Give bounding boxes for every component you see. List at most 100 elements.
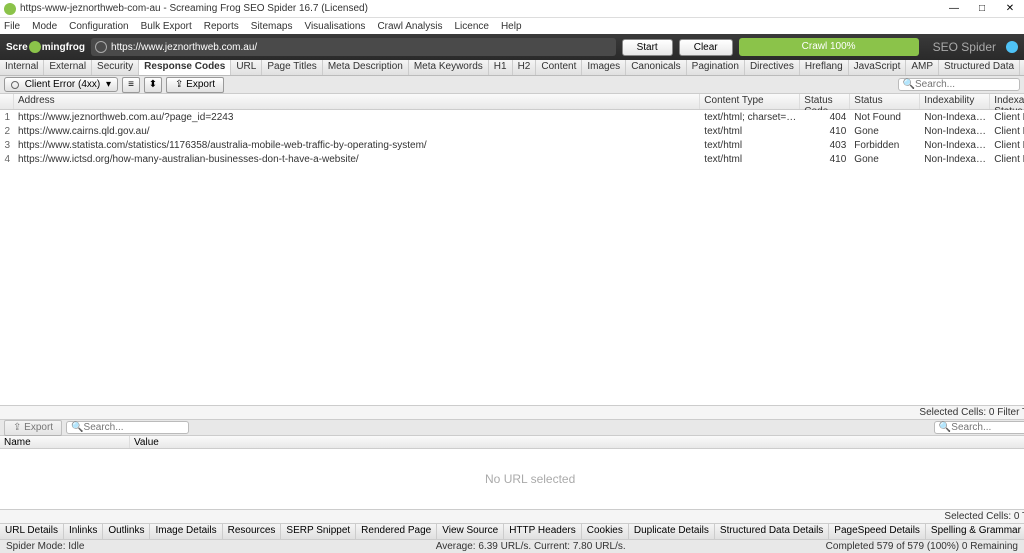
btab-outlinks[interactable]: Outlinks <box>103 524 150 539</box>
grid-body[interactable]: 1https://www.jeznorthweb.com.au/?page_id… <box>0 110 1024 405</box>
lower-search[interactable]: 🔍 <box>66 421 188 434</box>
cell: text/html <box>700 126 800 137</box>
top-search[interactable]: 🔍 <box>898 78 1020 91</box>
tab-security[interactable]: Security <box>92 60 139 75</box>
btab-structured-data-details[interactable]: Structured Data Details <box>715 524 829 539</box>
tab-external[interactable]: External <box>44 60 92 75</box>
menu-sitemaps[interactable]: Sitemaps <box>251 21 293 32</box>
col-status[interactable]: Status <box>850 94 920 109</box>
tab-canonicals[interactable]: Canonicals <box>626 60 686 75</box>
menu-licence[interactable]: Licence <box>454 21 488 32</box>
menu-file[interactable]: File <box>4 21 20 32</box>
lower-search-right[interactable]: 🔍 <box>934 421 1024 434</box>
cell: text/html; charset=UTF-8 <box>700 112 800 123</box>
btab-cookies[interactable]: Cookies <box>582 524 629 539</box>
search-input[interactable] <box>915 79 1015 90</box>
menu-mode[interactable]: Mode <box>32 21 57 32</box>
tab-url[interactable]: URL <box>231 60 262 75</box>
tab-hreflang[interactable]: Hreflang <box>800 60 849 75</box>
tab-structured-data[interactable]: Structured Data <box>939 60 1020 75</box>
table-row[interactable]: 1https://www.jeznorthweb.com.au/?page_id… <box>0 110 1024 124</box>
spider-mode: Spider Mode: Idle <box>6 541 84 552</box>
menu-configuration[interactable]: Configuration <box>69 21 128 32</box>
maximize-button[interactable]: □ <box>972 3 992 14</box>
tab-internal[interactable]: Internal <box>0 60 44 75</box>
btab-image-details[interactable]: Image Details <box>150 524 222 539</box>
btab-http-headers[interactable]: HTTP Headers <box>504 524 582 539</box>
col-indexability-status[interactable]: Indexability Status <box>990 94 1024 109</box>
cell: 3 <box>0 140 14 151</box>
start-button[interactable]: Start <box>622 39 673 56</box>
chevron-down-icon: ▾ <box>106 79 111 90</box>
btab-duplicate-details[interactable]: Duplicate Details <box>629 524 715 539</box>
tab-content[interactable]: Content <box>536 60 582 75</box>
cell: 403 <box>800 140 850 151</box>
app-icon <box>4 3 16 15</box>
crawl-progress-text: Completed 579 of 579 (100%) 0 Remaining <box>826 541 1018 552</box>
table-row[interactable]: 2https://www.cairns.qld.gov.au/text/html… <box>0 124 1024 138</box>
tab-javascript[interactable]: JavaScript <box>849 60 907 75</box>
minimize-button[interactable]: — <box>944 3 964 14</box>
lower-toolbar: ⇪ Export 🔍 🔍 <box>0 419 1024 435</box>
col-address[interactable]: Address <box>14 94 700 109</box>
tab-sitemaps[interactable]: Sitemaps <box>1020 60 1024 75</box>
export-button[interactable]: ⇪ Export <box>166 77 224 93</box>
btab-resources[interactable]: Resources <box>223 524 282 539</box>
lower-export-label: Export <box>24 422 53 433</box>
btab-pagespeed-details[interactable]: PageSpeed Details <box>829 524 926 539</box>
menu-visualisations[interactable]: Visualisations <box>304 21 365 32</box>
tab-h1[interactable]: H1 <box>489 60 513 75</box>
lower-search-right-input[interactable] <box>951 422 1024 433</box>
header: Scremingfrog Start Clear Crawl 100% SEO … <box>0 34 1024 60</box>
btab-serp-snippet[interactable]: SERP Snippet <box>281 524 356 539</box>
brand-label: SEO Spider <box>933 40 996 54</box>
menu-crawl-analysis[interactable]: Crawl Analysis <box>377 21 442 32</box>
url-bar[interactable] <box>91 38 616 56</box>
cell: 404 <box>800 112 850 123</box>
url-input[interactable] <box>111 42 612 53</box>
statusbar: Spider Mode: Idle Average: 6.39 URL/s. C… <box>0 539 1024 553</box>
tab-pagination[interactable]: Pagination <box>687 60 745 75</box>
menubar: File Mode Configuration Bulk Export Reports S… <box>0 18 1024 34</box>
tab-amp[interactable]: AMP <box>906 60 939 75</box>
btab-spelling---grammar-details[interactable]: Spelling & Grammar Details <box>926 524 1024 539</box>
tab-response-codes[interactable]: Response Codes <box>139 60 231 75</box>
table-row[interactable]: 3https://www.statista.com/statistics/117… <box>0 138 1024 152</box>
tab-directives[interactable]: Directives <box>745 60 800 75</box>
help-icon[interactable] <box>1006 41 1018 53</box>
table-row[interactable]: 4https://www.ictsd.org/how-many-australi… <box>0 152 1024 166</box>
globe-icon <box>95 41 107 53</box>
btab-url-details[interactable]: URL Details <box>0 524 64 539</box>
tab-images[interactable]: Images <box>582 60 626 75</box>
col-content-type[interactable]: Content Type <box>700 94 800 109</box>
btab-inlinks[interactable]: Inlinks <box>64 524 103 539</box>
tab-meta-keywords[interactable]: Meta Keywords <box>409 60 489 75</box>
cell: 1 <box>0 112 14 123</box>
cell: https://www.statista.com/statistics/1176… <box>14 140 700 151</box>
filter-combo[interactable]: Client Error (4xx) ▾ <box>4 77 118 92</box>
btab-rendered-page[interactable]: Rendered Page <box>356 524 437 539</box>
btab-view-source[interactable]: View Source <box>437 524 504 539</box>
close-button[interactable]: ✕ <box>1000 3 1020 14</box>
cell: 410 <box>800 126 850 137</box>
lower-status: Selected Cells: 0 Total: 0 <box>0 509 1024 523</box>
lower-search-input[interactable] <box>84 422 184 433</box>
view-tree-button[interactable]: ⬍ <box>144 77 162 93</box>
tab-page-titles[interactable]: Page Titles <box>262 60 322 75</box>
logo-o-icon <box>29 41 41 53</box>
clear-button[interactable]: Clear <box>679 39 733 56</box>
col-indexability[interactable]: Indexability <box>920 94 990 109</box>
tab-meta-description[interactable]: Meta Description <box>323 60 409 75</box>
col-status-code[interactable]: Status Code <box>800 94 850 109</box>
lower-col-value[interactable]: Value <box>130 436 1024 448</box>
menu-help[interactable]: Help <box>501 21 522 32</box>
menu-reports[interactable]: Reports <box>204 21 239 32</box>
col-num[interactable] <box>0 94 14 109</box>
menu-bulk-export[interactable]: Bulk Export <box>141 21 192 32</box>
crawl-progress: Crawl 100% <box>739 38 919 56</box>
lower-col-name[interactable]: Name <box>0 436 130 448</box>
tab-h2[interactable]: H2 <box>513 60 537 75</box>
cell: Not Found <box>850 112 920 123</box>
cell: 410 <box>800 154 850 165</box>
view-list-button[interactable]: ≡ <box>122 77 140 93</box>
